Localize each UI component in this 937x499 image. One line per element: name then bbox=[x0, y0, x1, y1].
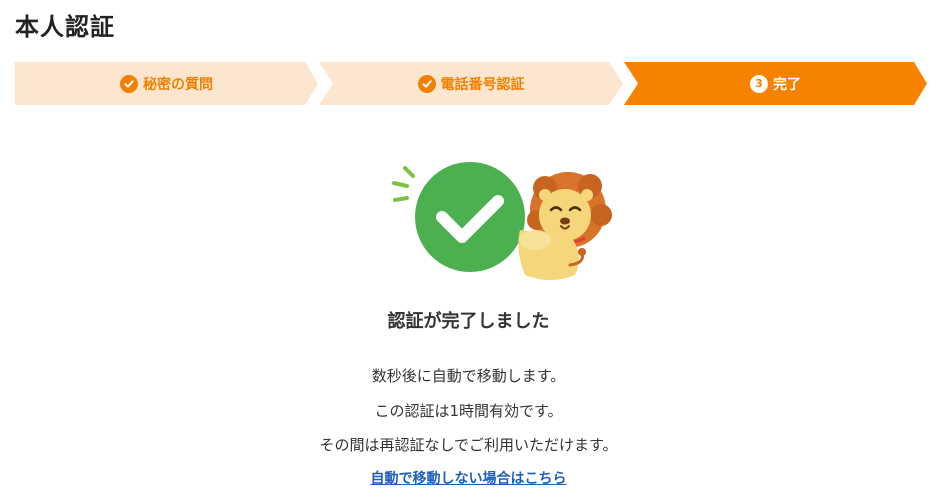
step-label: 電話番号認証 bbox=[440, 76, 525, 93]
success-illustration bbox=[385, 160, 615, 290]
step-label: 秘密の質問 bbox=[143, 76, 213, 93]
sparkle-icon bbox=[392, 166, 415, 202]
step-phone-verification: 電話番号認証 bbox=[319, 62, 623, 105]
step-complete: 3 完了 bbox=[624, 62, 927, 105]
step-number: 3 bbox=[750, 74, 768, 93]
message-redirect: 数秒後に自動で移動します。 bbox=[371, 367, 566, 385]
check-icon bbox=[120, 74, 138, 93]
manual-redirect-link[interactable]: 自動で移動しない場合はこちら bbox=[371, 471, 567, 487]
success-check-icon bbox=[415, 162, 525, 272]
check-icon bbox=[417, 74, 436, 93]
lion-mascot-icon bbox=[518, 172, 612, 280]
message-no-reauth: その間は再認証なしでご利用いただけます。 bbox=[319, 436, 618, 454]
message-validity: この認証は1時間有効です。 bbox=[374, 402, 563, 420]
step-label: 完了 bbox=[773, 76, 801, 93]
progress-steps: 秘密の質問 電話番号認証 3 完了 bbox=[15, 62, 927, 105]
step-secret-question: 秘密の質問 bbox=[15, 62, 318, 105]
success-heading: 認証が完了しました bbox=[387, 311, 550, 332]
manual-redirect-container: 自動で移動しない場合はこちら bbox=[0, 468, 937, 488]
page-title: 本人認証 bbox=[15, 13, 115, 41]
verification-complete-page: 本人認証 秘密の質問 電話番号認証 3 完了 認証が完了しました 数秒後に自動で… bbox=[0, 0, 937, 499]
